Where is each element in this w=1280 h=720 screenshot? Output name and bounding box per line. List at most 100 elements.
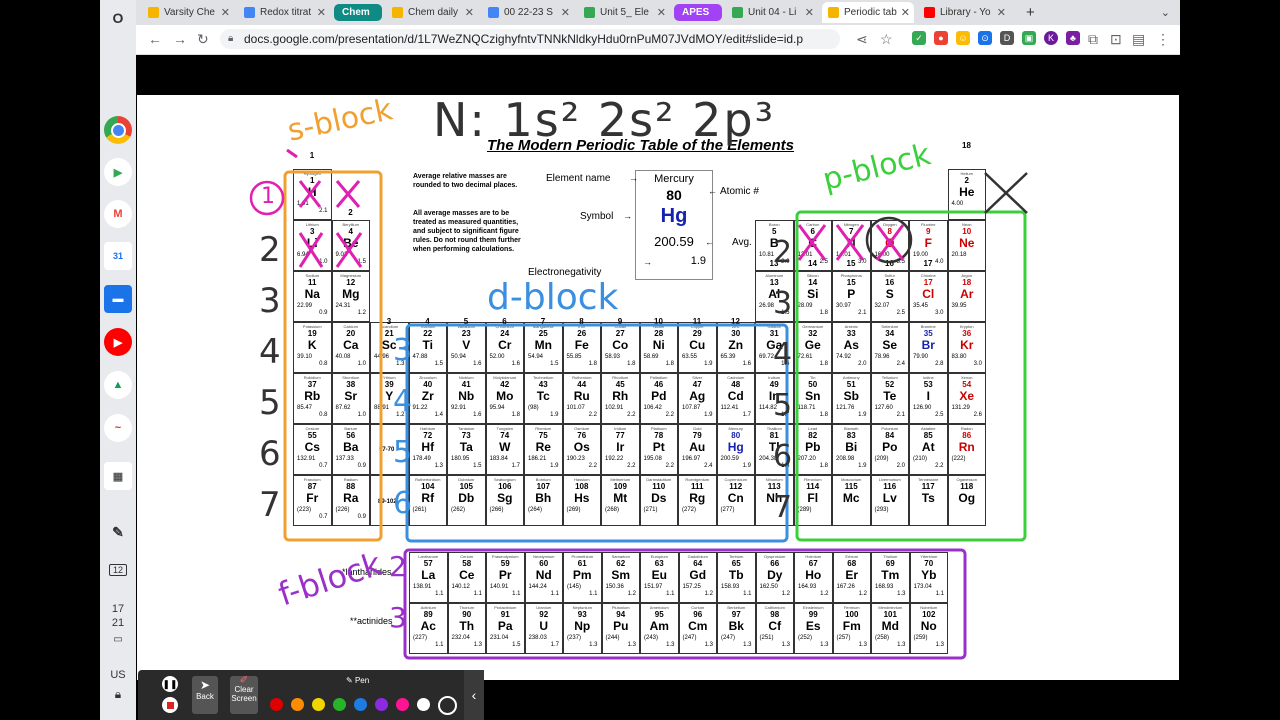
- color-swatch[interactable]: [375, 698, 388, 711]
- play-store-icon[interactable]: ▶: [104, 158, 132, 186]
- atomic-mass: 52.00: [489, 354, 505, 360]
- browser-tab[interactable]: 00 22-23 S ✕: [482, 2, 574, 23]
- atomic-mass: 19.00: [913, 252, 929, 258]
- menu-icon[interactable]: ⋮: [1156, 31, 1170, 48]
- extension-icon[interactable]: D: [1000, 31, 1014, 45]
- atomic-mass: 30.97: [836, 303, 852, 309]
- atomic-number: 2: [964, 176, 969, 185]
- reload-icon[interactable]: ↻: [197, 31, 209, 48]
- atomic-mass: (222): [951, 456, 966, 462]
- youtube-icon[interactable]: ▶: [104, 328, 132, 356]
- clear-screen-button[interactable]: ✐ Clear Screen: [230, 676, 258, 714]
- tab-search-icon[interactable]: ⌄: [1161, 6, 1170, 19]
- extension-icon[interactable]: ♣: [1066, 31, 1080, 45]
- close-tab-icon[interactable]: ✕: [221, 6, 230, 19]
- element-symbol: Er: [845, 568, 859, 582]
- forward-arrow-icon[interactable]: →: [173, 31, 187, 47]
- element-symbol: Hf: [421, 440, 435, 454]
- element-cell: Rubidium 37 Rb 85.47 0.8: [293, 373, 332, 424]
- back-arrow-icon[interactable]: ←: [148, 31, 162, 47]
- stylus-icon[interactable]: ✎: [104, 518, 132, 546]
- calendar-icon[interactable]: 31: [104, 242, 132, 270]
- extension-icon[interactable]: ▣: [1022, 31, 1036, 45]
- note-rounding: Average relative masses are rounded to t…: [413, 173, 518, 189]
- collapse-chevron-icon[interactable]: ‹: [464, 670, 484, 720]
- atomic-mass: 26.98: [759, 303, 775, 309]
- group-number: 16: [885, 259, 894, 268]
- selected-color-ring[interactable]: [438, 696, 457, 715]
- stop-button[interactable]: [162, 697, 178, 713]
- clock-minute: 21: [111, 617, 125, 629]
- bookmark-star-icon[interactable]: ☆: [880, 31, 893, 48]
- browser-tab[interactable]: Periodic tab ✕: [822, 2, 914, 23]
- browser-tab[interactable]: Unit 5_ Ele ✕: [578, 2, 670, 23]
- color-swatch[interactable]: [270, 698, 283, 711]
- element-cell: Manganese 25 Mn 54.94 1.5: [524, 322, 563, 373]
- close-tab-icon[interactable]: ✕: [317, 6, 326, 19]
- close-tab-icon[interactable]: ✕: [465, 6, 474, 19]
- chrome-icon[interactable]: [104, 116, 132, 144]
- element-symbol: Bk: [728, 619, 744, 633]
- new-tab-button[interactable]: +: [1020, 2, 1040, 23]
- extensions-puzzle-icon[interactable]: ⧉: [1088, 31, 1098, 48]
- browser-tab[interactable]: Chem: [334, 4, 382, 21]
- browser-tab[interactable]: Library - Yo ✕: [918, 2, 1010, 23]
- extension-icon[interactable]: ☺: [956, 31, 970, 45]
- atomic-number: 40: [423, 380, 433, 389]
- extension-icon[interactable]: ✓: [912, 31, 926, 45]
- browser-tab[interactable]: Unit 04 - Li ✕: [726, 2, 818, 23]
- extension-icon[interactable]: ⊙: [978, 31, 992, 45]
- color-swatch[interactable]: [417, 698, 430, 711]
- element-symbol: As: [843, 338, 859, 352]
- tab-favicon-icon: [828, 7, 839, 18]
- app-wave-icon[interactable]: ~: [104, 414, 132, 442]
- element-cell: Palladium 46 Pd 106.42 2.2: [639, 373, 678, 424]
- share-icon[interactable]: ⋖: [856, 31, 868, 48]
- close-tab-icon[interactable]: ✕: [657, 6, 666, 19]
- calculator-icon[interactable]: ▦: [104, 462, 132, 490]
- element-symbol: At: [921, 440, 935, 454]
- electronegativity: 1.9: [550, 463, 559, 469]
- browser-tab[interactable]: APES: [674, 4, 722, 21]
- atomic-number: 1: [310, 176, 315, 185]
- atomic-mass: 10.81: [759, 252, 775, 258]
- color-swatch[interactable]: [333, 698, 346, 711]
- element-symbol: S: [885, 287, 894, 301]
- electronegativity: 1.3: [473, 642, 482, 648]
- screen-icon[interactable]: ▭: [100, 634, 136, 645]
- gmail-icon[interactable]: M: [104, 200, 132, 228]
- side-panel-icon[interactable]: ▤: [1132, 31, 1145, 48]
- url-field[interactable]: 🔒︎ docs.google.com/presentation/d/1L7WeZ…: [220, 29, 840, 49]
- close-tab-icon[interactable]: ✕: [901, 6, 910, 19]
- color-swatch[interactable]: [291, 698, 304, 711]
- browser-tab[interactable]: Chem daily ✕: [386, 2, 478, 23]
- atomic-number: 84: [885, 431, 895, 440]
- close-tab-icon[interactable]: ✕: [997, 6, 1006, 19]
- close-tab-icon[interactable]: ✕: [805, 6, 814, 19]
- extension-icon[interactable]: K: [1044, 31, 1058, 45]
- cast-icon[interactable]: ⊡: [1110, 31, 1122, 48]
- color-swatch[interactable]: [396, 698, 409, 711]
- back-button[interactable]: ➤ Back: [192, 676, 218, 714]
- extension-icon[interactable]: ●: [934, 31, 948, 45]
- lock-icon[interactable]: 🔒︎: [100, 687, 136, 702]
- atomic-mass: 39.10: [297, 354, 313, 360]
- drive-icon[interactable]: ▲: [104, 371, 132, 399]
- input-language[interactable]: US: [100, 669, 136, 681]
- pause-icon[interactable]: ❚❚: [162, 676, 178, 692]
- color-swatch[interactable]: [312, 698, 325, 711]
- electronegativity: 1.0: [357, 361, 366, 367]
- close-tab-icon[interactable]: ✕: [561, 6, 570, 19]
- color-swatch[interactable]: [354, 698, 367, 711]
- files-icon[interactable]: ▬: [104, 285, 132, 313]
- atomic-mass: 196.97: [682, 456, 701, 462]
- launcher-button[interactable]: O: [104, 4, 132, 32]
- element-cell: Silicon 14 Si 28.09 1.8: [793, 271, 832, 322]
- atomic-mass: 22.99: [297, 303, 313, 309]
- atomic-number: 116: [883, 482, 897, 491]
- browser-tab[interactable]: Redox titrat ✕: [238, 2, 330, 23]
- electronegativity: 1.5: [357, 259, 366, 265]
- element-symbol: La: [421, 568, 436, 582]
- element-cell: Radium 88 Ra (226) 0.9: [331, 475, 370, 526]
- browser-tab[interactable]: Varsity Che ✕: [142, 2, 234, 23]
